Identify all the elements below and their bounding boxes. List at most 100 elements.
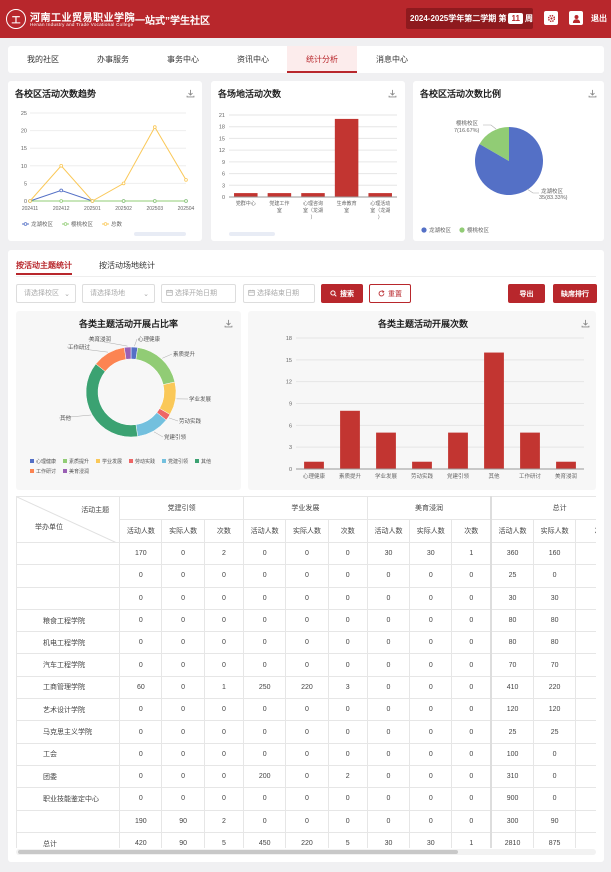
x-tick-label: 202502 bbox=[115, 206, 132, 212]
start-date-input[interactable]: 选择开始日期 bbox=[161, 284, 236, 303]
export-button[interactable]: 导出 bbox=[508, 284, 545, 303]
value-cell: 2 bbox=[203, 541, 245, 566]
legend-label[interactable]: 心理健康 bbox=[36, 458, 56, 465]
legend-label[interactable]: 工作研讨 bbox=[36, 468, 56, 475]
bar[interactable] bbox=[340, 410, 360, 469]
value-cell: 120 bbox=[532, 698, 577, 722]
legend-label[interactable]: 龙湖校区 bbox=[429, 226, 452, 234]
chart-zoom-slider[interactable] bbox=[229, 232, 275, 236]
legend-label[interactable]: 樱桃校区 bbox=[467, 226, 490, 234]
x-tick-label: 心理活动 bbox=[370, 200, 390, 207]
chart-zoom-slider[interactable] bbox=[134, 232, 186, 236]
value-cell: 0 bbox=[409, 809, 453, 833]
value-cell: 25 bbox=[490, 720, 534, 744]
value-cell: 25 bbox=[532, 720, 577, 744]
value-cell: 0 bbox=[203, 564, 245, 588]
legend-label[interactable]: 总数 bbox=[111, 220, 123, 228]
bar[interactable] bbox=[368, 193, 392, 197]
search-button[interactable]: 搜索 bbox=[321, 284, 363, 303]
unit-cell: 汽车工程学院 bbox=[16, 653, 121, 677]
x-tick-label: 室（龙湖 bbox=[370, 207, 390, 214]
legend-label[interactable]: 樱桃校区 bbox=[71, 220, 94, 228]
value-cell: 0 bbox=[243, 787, 287, 811]
absence-ranking-button[interactable]: 缺席排行 bbox=[553, 284, 597, 303]
bar[interactable] bbox=[234, 193, 258, 197]
value-cell: 42 bbox=[575, 831, 596, 848]
donut-slice[interactable] bbox=[85, 363, 138, 438]
subtab-by-venue[interactable]: 按活动场地统计 bbox=[99, 260, 155, 275]
venue-select[interactable]: 请选择场地 ⌄ bbox=[82, 284, 155, 303]
bar[interactable] bbox=[376, 432, 396, 469]
bar[interactable] bbox=[484, 352, 504, 469]
legend-label[interactable]: 学业发展 bbox=[102, 458, 122, 465]
value-cell: 0 bbox=[203, 698, 245, 722]
slice-label: 党建引领 bbox=[164, 433, 187, 441]
campus-select[interactable]: 请选择校区 ⌄ bbox=[16, 284, 76, 303]
tab-statistics[interactable]: 统计分析 bbox=[287, 46, 357, 73]
value-cell: 0 bbox=[451, 631, 492, 655]
tab-messages[interactable]: 消息中心 bbox=[357, 46, 427, 73]
tab-my-community[interactable]: 我的社区 bbox=[8, 46, 78, 73]
legend-label[interactable]: 其他 bbox=[201, 458, 211, 465]
value-cell: 2 bbox=[575, 698, 596, 722]
bar[interactable] bbox=[520, 432, 540, 469]
x-tick-label: 心理咨询 bbox=[303, 200, 323, 207]
value-cell: 0 bbox=[161, 787, 205, 811]
value-cell: 0 bbox=[203, 586, 245, 610]
y-tick-label: 10 bbox=[21, 164, 27, 170]
unit-cell: 机电工程学院 bbox=[16, 631, 121, 655]
bar[interactable] bbox=[301, 193, 325, 197]
data-point bbox=[153, 125, 157, 129]
trend-chart-card: 各校区活动次数趋势 0 5 10 15 20 25 202411 202412 202501 20… bbox=[8, 81, 202, 241]
bar[interactable] bbox=[334, 118, 359, 197]
x-tick-label: 美育浸润 bbox=[555, 472, 578, 480]
value-cell: 220 bbox=[285, 831, 329, 848]
venue-chart-card: 各场地活动次数 0 3 6 9 12 15 18 21 党群中心 党建工作室心理咨询 室（龙湖）生命… bbox=[211, 81, 405, 241]
donut-slice[interactable] bbox=[135, 412, 167, 437]
tab-news[interactable]: 资讯中心 bbox=[218, 46, 288, 73]
value-cell: 0 bbox=[366, 608, 411, 633]
tab-services[interactable]: 办事服务 bbox=[78, 46, 148, 73]
value-cell: 0 bbox=[243, 541, 287, 566]
value-cell: 0 bbox=[203, 742, 245, 766]
value-cell: 875 bbox=[532, 831, 577, 848]
value-cell: 2810 bbox=[490, 831, 534, 848]
logout-link[interactable]: 退出 bbox=[591, 13, 607, 24]
donut-slice[interactable] bbox=[135, 347, 176, 385]
bar[interactable] bbox=[304, 461, 324, 469]
reset-button[interactable]: 重置 bbox=[369, 284, 411, 303]
top-header: 工 河南工业贸易职业学院 Henan Industry and Trade Vo… bbox=[0, 0, 611, 38]
bar[interactable] bbox=[267, 193, 292, 197]
table-scrollbar-thumb[interactable] bbox=[18, 850, 458, 854]
legend-label[interactable]: 劳动实践 bbox=[135, 458, 155, 465]
table-scrollbar-track[interactable] bbox=[16, 849, 596, 855]
x-tick-label: 工作研讨 bbox=[519, 472, 542, 480]
legend-label[interactable]: 素质提升 bbox=[69, 458, 89, 465]
y-tick-label: 3 bbox=[222, 183, 225, 189]
value-cell: 0 bbox=[409, 698, 453, 722]
legend-label[interactable]: 龙湖校区 bbox=[31, 220, 54, 228]
legend-swatch bbox=[30, 459, 34, 463]
bar[interactable] bbox=[412, 461, 432, 469]
x-tick-label: 室 bbox=[344, 207, 349, 214]
subtab-by-theme[interactable]: 按活动主题统计 bbox=[16, 260, 72, 275]
value-cell: 3 bbox=[327, 675, 368, 700]
corner-theme-label: 活动主题 bbox=[81, 507, 110, 514]
legend-label[interactable]: 党建引领 bbox=[168, 458, 188, 465]
settings-button[interactable] bbox=[544, 11, 558, 25]
data-point bbox=[59, 188, 63, 193]
x-tick-label: ） bbox=[378, 215, 383, 221]
value-cell: 0 bbox=[119, 586, 163, 610]
end-date-input[interactable]: 选择结束日期 bbox=[243, 284, 315, 303]
legend-swatch bbox=[195, 459, 199, 463]
school-logo: 工 bbox=[6, 9, 26, 29]
legend-label[interactable]: 美育浸润 bbox=[69, 468, 89, 475]
legend-swatch bbox=[63, 469, 67, 473]
value-cell: 0 bbox=[327, 608, 368, 633]
tab-affairs[interactable]: 事务中心 bbox=[148, 46, 218, 73]
corner-unit-label: 举办单位 bbox=[35, 524, 63, 531]
bar[interactable] bbox=[448, 432, 468, 469]
donut-slice[interactable] bbox=[159, 381, 177, 415]
user-button[interactable] bbox=[569, 11, 583, 25]
bar[interactable] bbox=[556, 461, 576, 469]
